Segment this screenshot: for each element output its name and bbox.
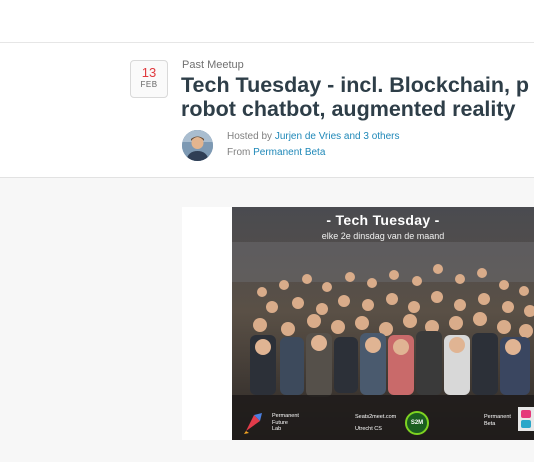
hosted-by: Hosted by Jurjen de Vries and 3 others: [227, 131, 400, 142]
event-title: Tech Tuesday - incl. Blockchain, p robot…: [181, 73, 534, 121]
photo-title: - Tech Tuesday -: [326, 212, 440, 228]
event-title-line-1: Tech Tuesday - incl. Blockchain, p: [181, 73, 530, 97]
hosted-by-prefix: Hosted by: [227, 131, 273, 142]
hosts-link[interactable]: Jurjen de Vries and 3 others: [275, 131, 400, 142]
rocket-icon: [244, 413, 262, 434]
host-avatar[interactable]: [182, 130, 213, 161]
date-month: FEB: [140, 80, 158, 89]
top-navigation-bar: [0, 0, 534, 43]
date-day: 13: [141, 65, 157, 80]
from-group: From Permanent Beta: [227, 147, 325, 158]
photo-subtitle: elke 2e dinsdag van de maand: [321, 231, 445, 241]
permanent-beta-logo-icon: [518, 407, 534, 431]
logo-utrecht-cs-text: Utrecht CS: [355, 426, 382, 432]
past-meetup-label: Past Meetup: [182, 59, 244, 71]
from-prefix: From: [227, 147, 251, 158]
logo-permanent-future-lab: Permanent Future Lab: [272, 413, 299, 432]
logo-permanent-beta: Permanent Beta: [484, 414, 511, 427]
meetup-page: 13 FEB Past Meetup Tech Tuesday - incl. …: [0, 0, 534, 462]
event-photo[interactable]: - Tech Tuesday - elke 2e dinsdag van de …: [232, 207, 534, 440]
event-title-line-2: robot chatbot, augmented reality: [181, 97, 516, 121]
date-badge: 13 FEB: [130, 60, 168, 98]
logo-seats2meet-text: Seats2meet.com: [355, 414, 397, 420]
s2m-logo-icon: S2M: [405, 411, 429, 435]
group-link[interactable]: Permanent Beta: [253, 147, 325, 158]
